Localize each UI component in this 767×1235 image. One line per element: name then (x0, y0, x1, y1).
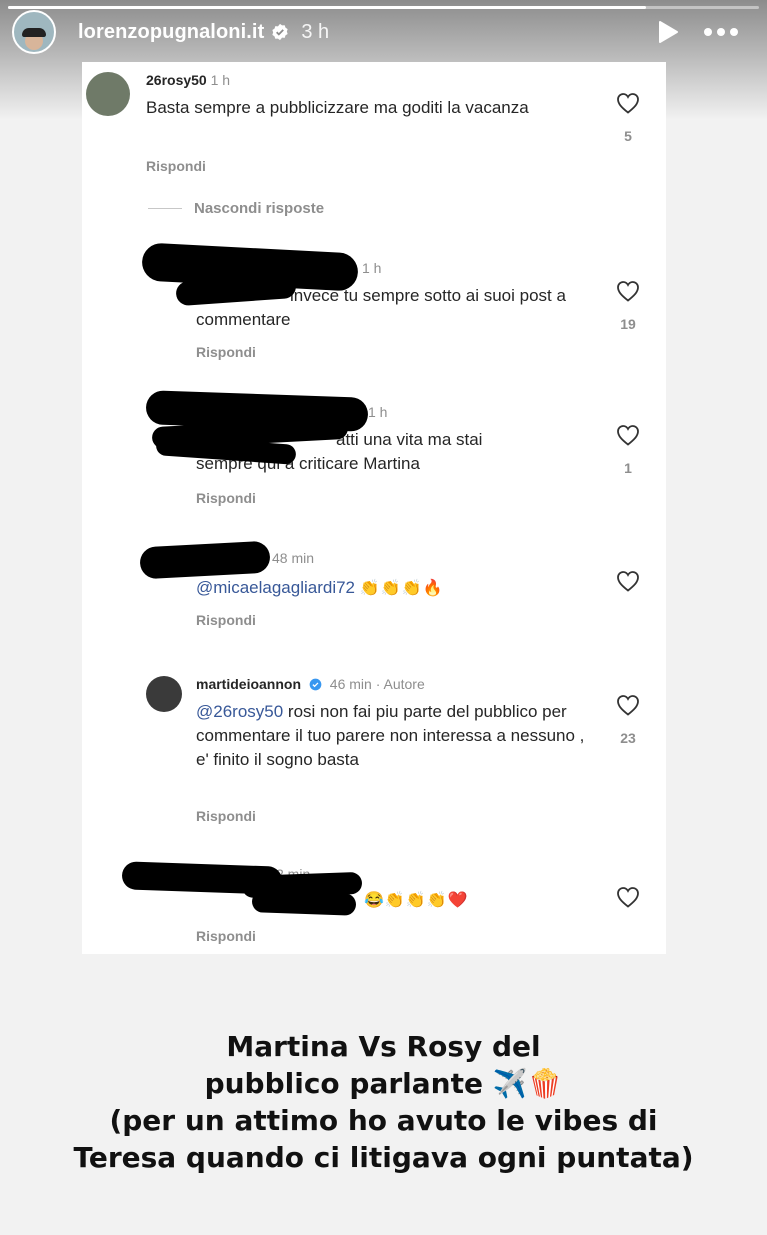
comment-time: 1 h (368, 404, 388, 420)
verified-icon (309, 678, 322, 691)
reply-button[interactable]: Rispondi (196, 490, 256, 506)
story-avatar[interactable] (12, 10, 56, 54)
reply-button[interactable]: Rispondi (146, 158, 206, 174)
avatar[interactable] (86, 72, 130, 116)
comment-username[interactable]: 26rosy50 (146, 72, 207, 88)
comment-text: Basta sempre a pubblicizzare ma goditi l… (146, 98, 529, 117)
play-icon[interactable] (657, 20, 679, 44)
divider (148, 208, 182, 209)
reply-button[interactable]: Rispondi (196, 344, 256, 360)
comment-text: @26rosy50 rosi non fai piu parte del pub… (196, 700, 596, 772)
heart-icon[interactable] (616, 886, 640, 908)
caption-line: pubblico parlante ✈️🍿 (204, 1067, 563, 1100)
story-time: 3 h (301, 20, 330, 43)
comment-username[interactable]: martideioannon (196, 676, 301, 692)
reply-button[interactable]: Rispondi (196, 928, 256, 944)
reply-button[interactable]: Rispondi (196, 612, 256, 628)
story-header: lorenzopugnaloni.it 3 h (12, 10, 757, 54)
comment-time: 1 h (362, 260, 382, 276)
like-count: 5 (624, 128, 632, 144)
comment-emojis: 👏👏👏🔥 (359, 580, 444, 597)
comment-meta: 26rosy50 1 h (146, 72, 230, 88)
mention-link[interactable]: @26rosy50 (196, 702, 283, 721)
story-caption: Martina Vs Rosy del pubblico parlante ✈️… (0, 1028, 767, 1176)
comment-time: 1 h (210, 72, 231, 88)
hide-replies-button[interactable]: Nascondi risposte (148, 200, 324, 217)
caption-line: Teresa quando ci litigava ogni puntata) (73, 1141, 694, 1174)
hide-replies-label: Nascondi risposte (194, 200, 325, 217)
redaction-mark (139, 540, 271, 580)
reply-button[interactable]: Rispondi (196, 808, 256, 824)
like-count: 19 (620, 316, 636, 332)
heart-icon[interactable] (616, 694, 640, 716)
comments-screenshot: 26rosy50 1 h Basta sempre a pubblicizzar… (82, 62, 666, 954)
comment-emojis: 😂👏👏👏❤️ (364, 892, 469, 909)
verified-icon (272, 23, 288, 41)
caption-line: (per un attimo ho avuto le vibes di (109, 1104, 658, 1137)
like-count: 23 (620, 730, 636, 746)
story-progress-bar (8, 6, 759, 9)
mention-link[interactable]: @micaelagagliardi72 (196, 578, 355, 597)
caption-line: Martina Vs Rosy del (226, 1030, 541, 1063)
comment-time: 48 min (272, 550, 315, 566)
comment-text: 😂👏👏👏❤️ (364, 888, 564, 913)
comment-text: @micaelagagliardi72 👏👏👏🔥 (196, 576, 596, 601)
heart-icon[interactable] (616, 424, 640, 446)
story-username[interactable]: lorenzopugnaloni.it (78, 21, 264, 44)
heart-icon[interactable] (616, 280, 640, 302)
story-progress-fill (8, 6, 647, 9)
heart-icon[interactable] (616, 92, 640, 114)
comment-meta: martideioannon 46 min · Autore (196, 676, 425, 692)
redaction-mark (251, 890, 357, 916)
heart-icon[interactable] (616, 570, 640, 592)
avatar[interactable] (146, 676, 182, 712)
comment-time: 46 min · Autore (329, 676, 425, 692)
like-count: 1 (624, 460, 632, 476)
more-icon[interactable] (703, 27, 739, 37)
